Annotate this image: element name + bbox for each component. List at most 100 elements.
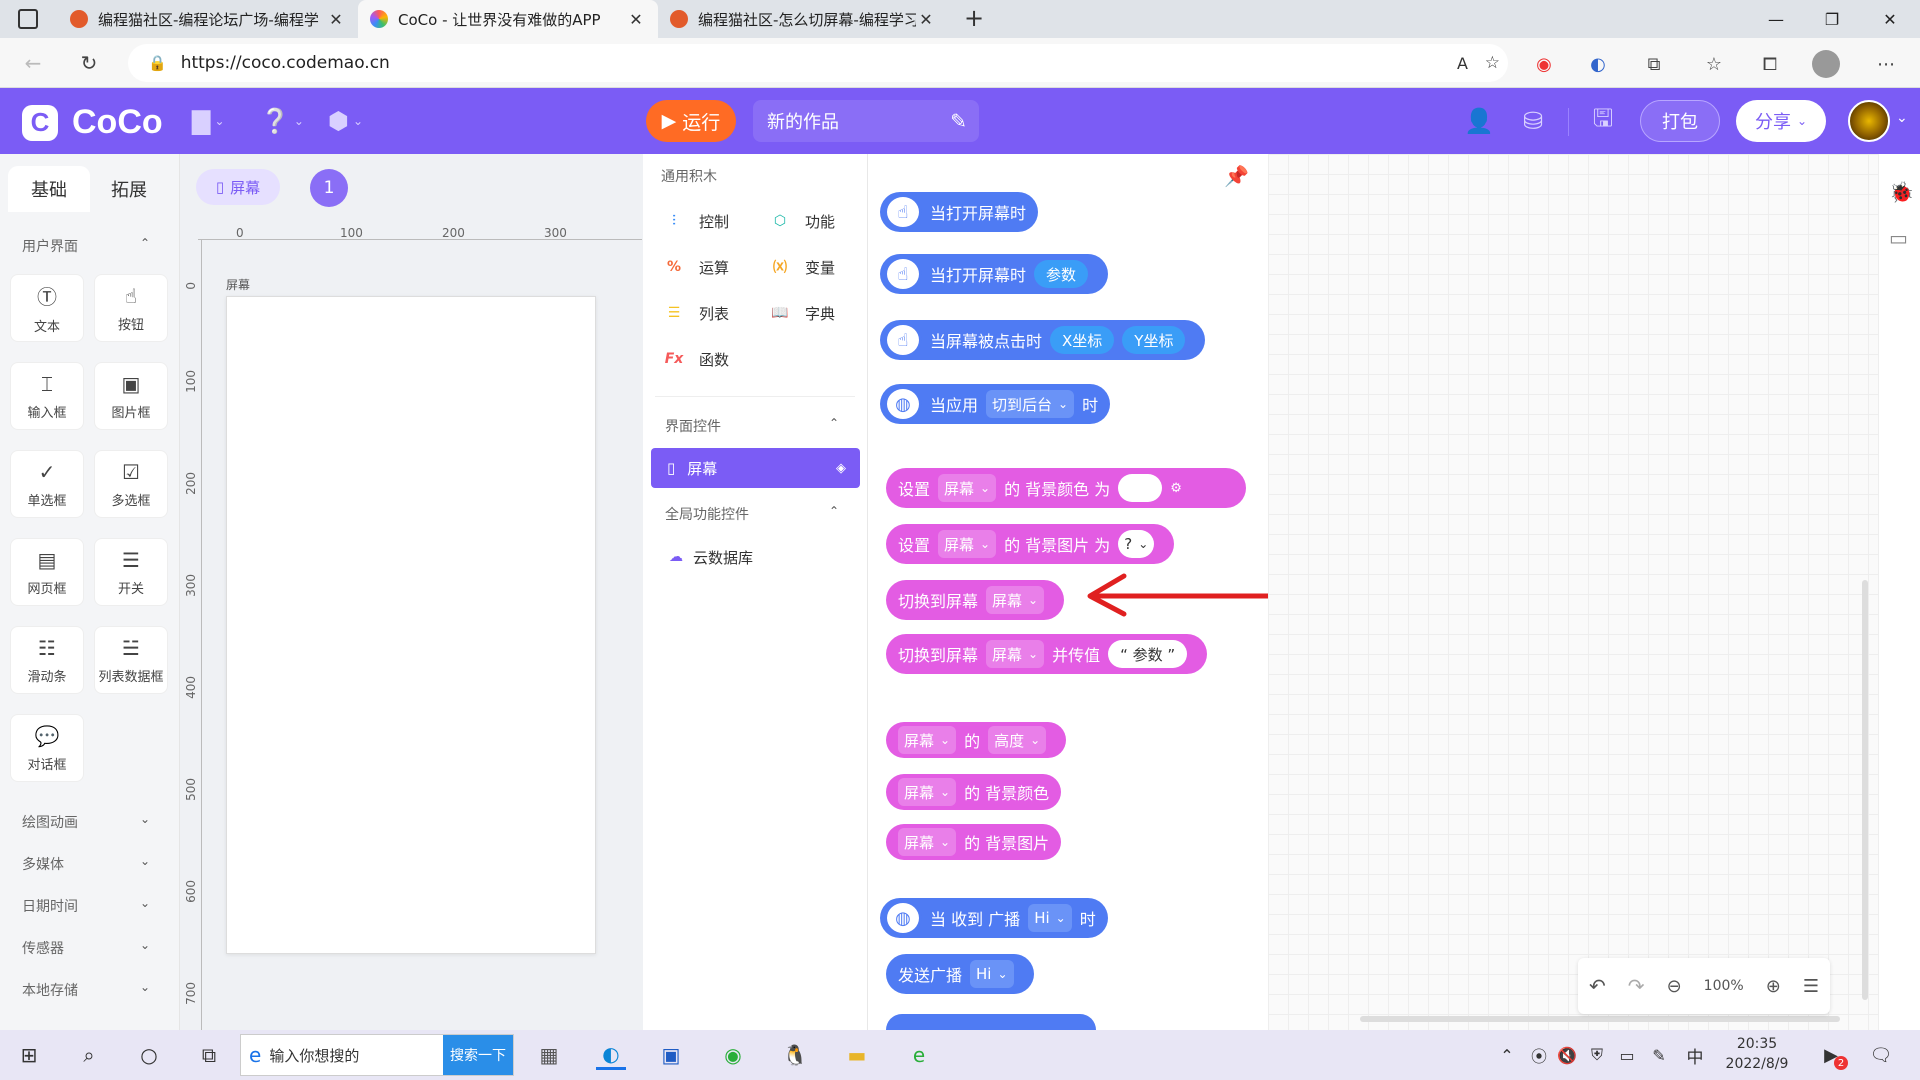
block-partial[interactable] [886,1014,1096,1030]
block-on-screen-tap[interactable]: ☝ 当屏幕被点击时 X坐标 Y坐标 [880,320,1206,360]
section-drawing[interactable]: 绘图动画 [22,812,78,832]
ime-indicator[interactable]: 中 [1680,1040,1710,1070]
action-center-icon[interactable]: 🗨 [1866,1040,1896,1070]
screen-dropdown[interactable]: 屏幕 [986,586,1045,614]
debug-bug-icon[interactable]: 🐞 [1889,180,1914,204]
read-aloud-icon[interactable]: A [1457,54,1468,73]
battery-icon[interactable]: ▭ [1612,1040,1642,1070]
back-arrow-icon[interactable]: ← [18,48,48,78]
file-explorer-icon[interactable]: ▬ [842,1040,872,1070]
block-switch-screen[interactable]: 切换到屏幕 屏幕 [886,580,1065,620]
extensions-puzzle-icon[interactable]: ⧉ [1640,50,1668,78]
database-icon[interactable]: ⛁ [1516,104,1550,138]
x-coord-pill[interactable]: X坐标 [1050,326,1115,354]
code-workspace[interactable] [1268,154,1898,1030]
align-icon[interactable]: ☰ [1803,976,1819,997]
block-on-screen-open[interactable]: ☝ 当打开屏幕时 [880,192,1039,232]
color-swatch[interactable] [1118,474,1163,502]
box-icon[interactable]: ▭ [1889,226,1908,250]
widget-webview[interactable]: ▤ 网页框 [10,538,84,606]
close-icon[interactable]: ✕ [626,10,646,29]
block-set-bg-color[interactable]: 设置屏幕的 背景颜色 为 ⚙ [886,468,1246,508]
task-view-icon[interactable]: ⧉ [194,1040,224,1070]
category-list[interactable]: ☰ 列表 [663,302,729,324]
save-icon[interactable]: 🖫 [1586,104,1620,138]
category-procedure[interactable]: Fx 函数 [663,348,729,370]
image-dropdown[interactable]: ? [1118,530,1155,558]
chevron-up-icon[interactable]: ⌃ [140,236,150,250]
category-screen-selected[interactable]: ▯ 屏幕 ◈ [651,448,860,488]
pack-button[interactable]: 打包 [1640,100,1720,142]
widget-text[interactable]: Ⓣ 文本 [10,274,84,342]
search-button[interactable]: 搜索一下 [443,1035,513,1075]
undo-icon[interactable]: ↶ [1589,974,1606,998]
block-switch-screen-pass[interactable]: 切换到屏幕屏幕并传值 “ 参数 ” [886,634,1208,674]
refresh-icon[interactable]: ↻ [74,48,104,78]
param-pill[interactable]: 参数 [1034,260,1089,288]
property-dropdown[interactable]: 高度 [988,726,1047,754]
collections-icon[interactable]: ⧠ [1756,50,1784,78]
edge-browser-icon[interactable]: ◐ [596,1040,626,1070]
help-menu-icon[interactable]: ❔ ⌄ [260,106,304,136]
chevron-down-icon[interactable]: ⌄ [140,980,150,994]
widget-checkbox[interactable]: ☑ 多选框 [94,450,168,518]
screen-tab[interactable]: ▯ 屏幕 [196,169,280,205]
chevron-down-icon[interactable]: ⌄ [140,896,150,910]
settings-menu-icon[interactable]: ⬢ ⌄ [328,106,363,136]
chevron-down-icon[interactable]: ⌄ [140,938,150,952]
category-operator[interactable]: % 运算 [663,256,729,278]
taskbar-search-box[interactable]: e 输入你想搜的 搜索一下 [240,1034,514,1076]
tab-extension[interactable]: 拓展 [88,166,170,212]
block-screen-bgimage[interactable]: 屏幕的 背景图片 [886,824,1062,860]
block-set-bg-image[interactable]: 设置屏幕的 背景图片 为? [886,524,1175,564]
block-send-broadcast[interactable]: 发送广播 Hi [886,954,1034,994]
restore-icon[interactable]: ❐ [1804,0,1860,38]
extension-blue-icon[interactable]: ◐ [1584,50,1612,78]
pen-icon[interactable]: ✎ [1644,1040,1674,1070]
tab-basic[interactable]: 基础 [8,166,90,212]
broadcast-dropdown[interactable]: Hi [1028,904,1072,932]
redo-icon[interactable]: ↷ [1628,974,1645,998]
browser-tab-3[interactable]: 编程猫社区-怎么切屏幕-编程学习 ✕ [658,0,948,38]
screen-count-badge[interactable]: 1 [310,169,348,207]
section-media[interactable]: 多媒体 [22,854,64,874]
volume-muted-icon[interactable]: 🔇 [1552,1040,1582,1070]
wechat-icon[interactable]: ◉ [718,1040,748,1070]
workspace-scrollbar[interactable] [1862,580,1868,1000]
url-field[interactable]: 🔒 https://coco.codemao.cn A ☆ [128,44,1508,82]
screen-dropdown[interactable]: 屏幕 [898,726,957,754]
y-coord-pill[interactable]: Y坐标 [1122,326,1186,354]
more-menu-icon[interactable]: ⋯ [1872,50,1900,78]
file-menu-icon[interactable]: ▇ ⌄ [192,106,225,136]
browser-e-icon[interactable]: e [904,1040,934,1070]
app-state-dropdown[interactable]: 切到后台 [986,390,1075,418]
category-control[interactable]: ⫶ 控制 [663,210,729,232]
chevron-down-icon[interactable]: ⌄ [1896,110,1908,126]
clock[interactable]: 20:35 2022/8/9 [1722,1034,1792,1074]
layers-icon[interactable]: ◈ [836,461,846,476]
screen-dropdown[interactable]: 屏幕 [898,778,957,806]
chevron-down-icon[interactable]: ⌄ [140,812,150,826]
favorites-icon[interactable]: ☆ [1700,50,1728,78]
zoom-out-icon[interactable]: ⊖ [1667,976,1682,997]
cortana-circle-icon[interactable]: ○ [134,1040,164,1070]
share-button[interactable]: 分享 ⌄ [1736,100,1826,142]
ui-controls-header[interactable]: 界面控件 [665,416,721,436]
run-button[interactable]: ▶ 运行 [646,100,736,142]
minimize-icon[interactable]: — [1748,0,1804,38]
widget-slider[interactable]: ☷ 滑动条 [10,626,84,694]
block-screen-height[interactable]: 屏幕的高度 [886,722,1067,758]
qq-penguin-icon[interactable]: 🐧 [780,1040,810,1070]
block-on-screen-open-param[interactable]: ☝ 当打开屏幕时 参数 [880,254,1109,294]
security-shield-icon[interactable]: ⛨ [1582,1040,1612,1070]
close-icon[interactable]: ✕ [916,10,936,29]
widget-image[interactable]: ▣ 图片框 [94,362,168,430]
store-icon[interactable]: ▣ [656,1040,686,1070]
section-storage[interactable]: 本地存储 [22,980,78,1000]
windows-start-icon[interactable]: ⊞ [14,1040,44,1070]
close-icon[interactable]: ✕ [326,10,346,29]
zoom-in-icon[interactable]: ⊕ [1766,976,1781,997]
gear-icon[interactable]: ⚙ [1170,481,1182,496]
workspace-h-scrollbar[interactable] [1360,1016,1840,1022]
chevron-up-icon[interactable]: ⌃ [1492,1040,1522,1070]
